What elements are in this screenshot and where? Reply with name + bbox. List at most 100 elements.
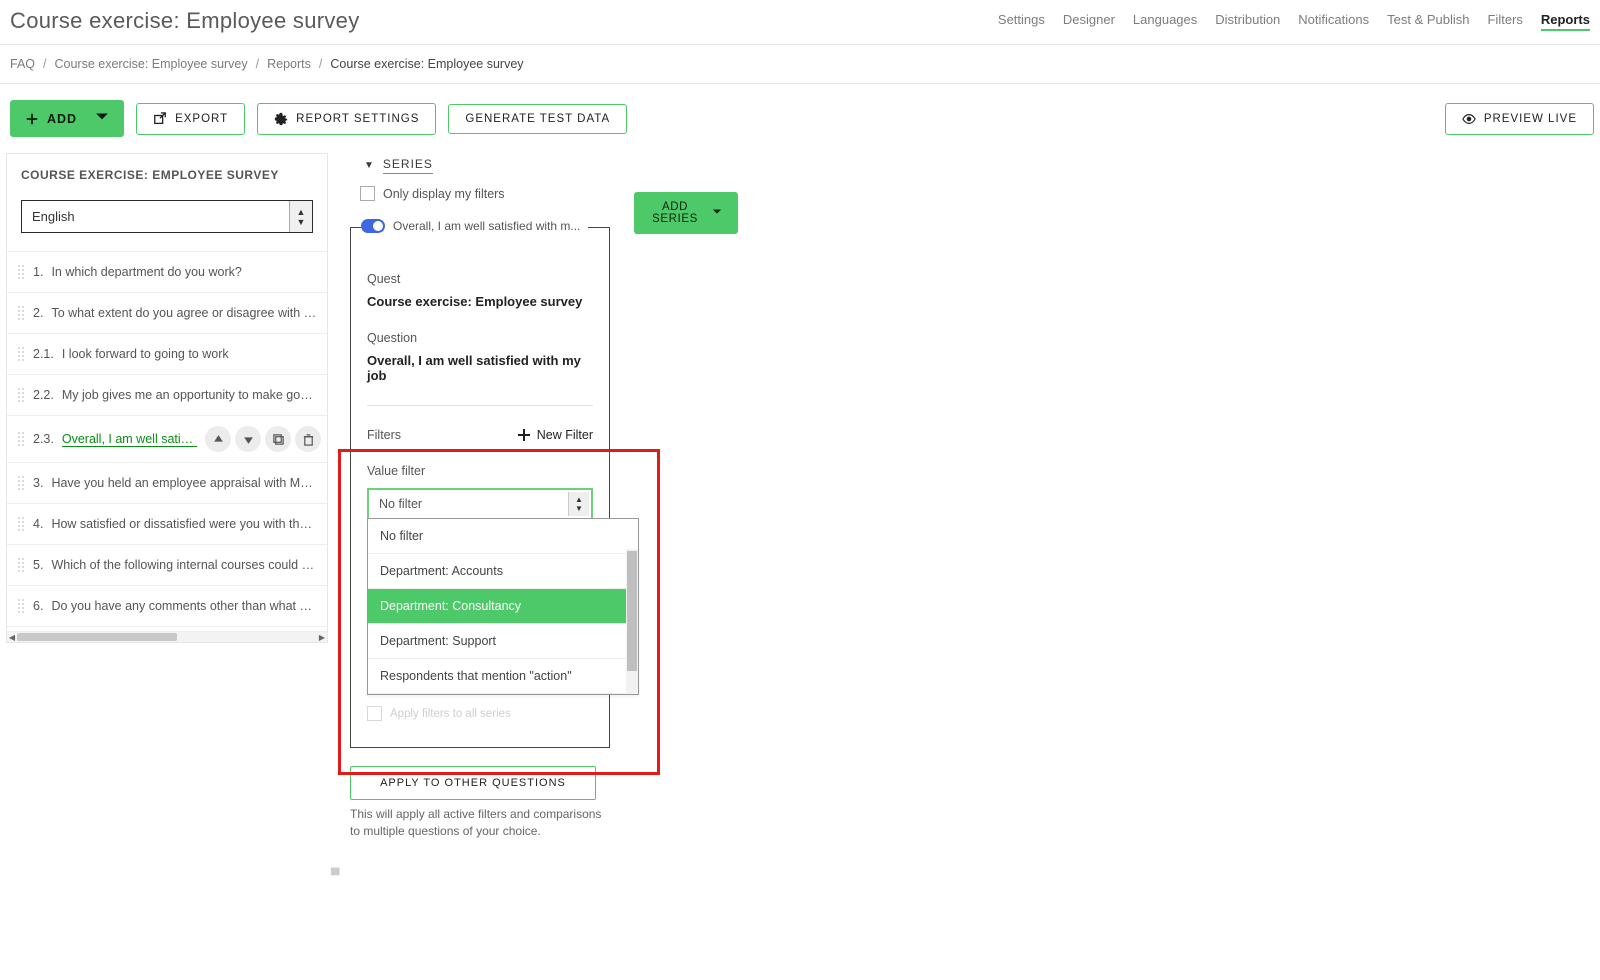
sidebar-title: COURSE EXERCISE: EMPLOYEE SURVEY: [21, 168, 313, 182]
question-item[interactable]: 5.Which of the following internal course…: [7, 545, 327, 586]
question-item[interactable]: 2. To what extent do you agree or disagre…: [7, 293, 327, 334]
series-toggle[interactable]: [361, 219, 385, 233]
dropdown-option[interactable]: Department: Support: [368, 624, 638, 659]
question-item[interactable]: 4. How satisfied or dissatisfied were you…: [7, 504, 327, 545]
drag-handle-icon[interactable]: [17, 475, 25, 491]
sidebar-head: COURSE EXERCISE: EMPLOYEE SURVEY English…: [7, 154, 327, 243]
breadcrumb-item[interactable]: Reports: [267, 57, 311, 71]
question-text: How satisfied or dissatisfied were you w…: [51, 517, 317, 531]
dropdown-scrollbar[interactable]: [626, 549, 638, 694]
dropdown-option[interactable]: Respondents that mention "action": [368, 659, 638, 694]
series-left-col: Only display my filters Overall, I am we…: [350, 184, 610, 841]
drag-handle-icon[interactable]: [17, 431, 25, 447]
question-text: To what extent do you agree or disagree …: [51, 306, 317, 320]
preview-label: PREVIEW LIVE: [1484, 113, 1577, 125]
generate-test-button[interactable]: GENERATE TEST DATA: [448, 104, 627, 134]
language-select[interactable]: English ▲▼: [21, 200, 313, 233]
preview-live-button[interactable]: PREVIEW LIVE: [1445, 103, 1594, 135]
add-series-button[interactable]: ADD SERIES: [634, 192, 738, 234]
only-my-filters-row[interactable]: Only display my filters: [350, 184, 610, 215]
breadcrumb-sep: /: [43, 57, 46, 71]
apply-all-series-label: Apply filters to all series: [390, 708, 511, 720]
delete-icon[interactable]: [295, 426, 321, 452]
report-settings-button[interactable]: REPORT SETTINGS: [257, 103, 436, 135]
question-item[interactable]: 1. In which department do you work?: [7, 252, 327, 293]
add-button[interactable]: ADD: [10, 100, 124, 137]
topnav-distribution[interactable]: Distribution: [1215, 12, 1280, 31]
quest-value: Course exercise: Employee survey: [367, 294, 593, 309]
question-label: Question: [367, 331, 593, 345]
language-value: English: [21, 200, 313, 233]
topnav-test-publish[interactable]: Test & Publish: [1387, 12, 1469, 31]
question-text: My job gives me an opportunity to make g…: [62, 388, 317, 402]
question-text: Do you have any comments other than what…: [51, 599, 317, 613]
top-nav: Settings Designer Languages Distribution Not…: [998, 12, 1590, 31]
question-value: Overall, I am well satisfied with my job: [367, 353, 593, 383]
drag-handle-icon[interactable]: [17, 557, 25, 573]
scroll-thumb[interactable]: [627, 551, 637, 671]
main: COURSE EXERCISE: EMPLOYEE SURVEY English…: [0, 153, 1600, 881]
topnav-settings[interactable]: Settings: [998, 12, 1045, 31]
copy-icon[interactable]: [265, 426, 291, 452]
drag-handle-icon[interactable]: [17, 598, 25, 614]
dropdown-option[interactable]: Department: Accounts: [368, 554, 638, 589]
eye-icon: [1462, 112, 1476, 126]
triangle-down-icon: ▼: [364, 160, 375, 171]
new-filter-button[interactable]: New Filter: [517, 428, 593, 442]
breadcrumb-item[interactable]: FAQ: [10, 57, 35, 71]
question-text: In which department do you work?: [51, 265, 241, 279]
scroll-right-icon: ▶: [317, 632, 327, 642]
question-text: I look forward to going to work: [62, 347, 229, 361]
series-section-toggle[interactable]: ▼ SERIES: [350, 153, 990, 184]
topnav-designer[interactable]: Designer: [1063, 12, 1115, 31]
breadcrumb: FAQ / Course exercise: Employee survey / Rep…: [0, 45, 1600, 84]
question-list: 1. In which department do you work? 2. To w…: [7, 251, 327, 627]
scroll-thumb[interactable]: [17, 633, 177, 641]
value-filter-select[interactable]: No filter ▲▼ No filterDepartment: Accoun…: [367, 488, 593, 520]
topnav-reports[interactable]: Reports: [1541, 12, 1590, 31]
select-caret-icon: ▲▼: [289, 201, 312, 232]
question-item[interactable]: 2.1.I look forward to going to work: [7, 334, 327, 375]
dropdown-option[interactable]: Department: Consultancy: [368, 589, 638, 624]
question-number: 5.: [33, 558, 43, 572]
drag-handle-icon[interactable]: [17, 346, 25, 362]
series-legend-text: Overall, I am well satisfied with m...: [393, 219, 580, 233]
horizontal-scrollbar[interactable]: ◀ ▶: [7, 631, 327, 642]
toolbar: ADD EXPORT REPORT SETTINGS GENERATE TEST…: [0, 84, 1600, 153]
drag-handle-icon[interactable]: [17, 387, 25, 403]
breadcrumb-sep: /: [319, 57, 322, 71]
export-icon: [153, 112, 167, 126]
export-button[interactable]: EXPORT: [136, 103, 245, 135]
drag-handle-icon[interactable]: [17, 305, 25, 321]
topnav-languages[interactable]: Languages: [1133, 12, 1197, 31]
question-number: 4.: [33, 517, 43, 531]
topnav-notifications[interactable]: Notifications: [1298, 12, 1369, 31]
top-bar: Course exercise: Employee survey Setting…: [0, 0, 1600, 38]
apply-all-series-row[interactable]: Apply filters to all series: [367, 706, 593, 721]
value-filter-dropdown: No filterDepartment: AccountsDepartment:…: [367, 518, 639, 695]
question-item[interactable]: 3.Have you held an employee appraisal wi…: [7, 463, 327, 504]
series-label: SERIES: [383, 157, 433, 174]
move-down-icon[interactable]: [235, 426, 261, 452]
apply-to-other-questions-button[interactable]: APPLY TO OTHER QUESTIONS: [350, 766, 596, 800]
add-series-label: ADD SERIES: [650, 201, 700, 225]
question-number: 2.: [33, 306, 43, 320]
drag-handle-icon[interactable]: [17, 264, 25, 280]
apply-note: This will apply all active filters and c…: [350, 806, 610, 841]
question-text: Overall, I am well satisfi...: [62, 432, 197, 447]
plus-icon: [25, 112, 39, 126]
question-item[interactable]: 2.3.Overall, I am well satisfi...: [7, 416, 327, 463]
series-legend-chip[interactable]: Overall, I am well satisfied with m...: [361, 219, 588, 233]
toolbar-left: ADD EXPORT REPORT SETTINGS GENERATE TEST…: [10, 100, 627, 137]
drag-handle-icon[interactable]: [17, 516, 25, 532]
question-number: 1.: [33, 265, 43, 279]
row-actions: [205, 426, 321, 452]
resize-grip-icon: ▮▮▮: [330, 866, 338, 877]
topnav-filters[interactable]: Filters: [1487, 12, 1522, 31]
report-settings-label: REPORT SETTINGS: [296, 113, 419, 125]
dropdown-option[interactable]: No filter: [368, 519, 638, 554]
move-up-icon[interactable]: [205, 426, 231, 452]
question-item[interactable]: 2.2.My job gives me an opportunity to ma…: [7, 375, 327, 416]
breadcrumb-item[interactable]: Course exercise: Employee survey: [55, 57, 248, 71]
question-item[interactable]: 6.Do you have any comments other than wh…: [7, 586, 327, 627]
